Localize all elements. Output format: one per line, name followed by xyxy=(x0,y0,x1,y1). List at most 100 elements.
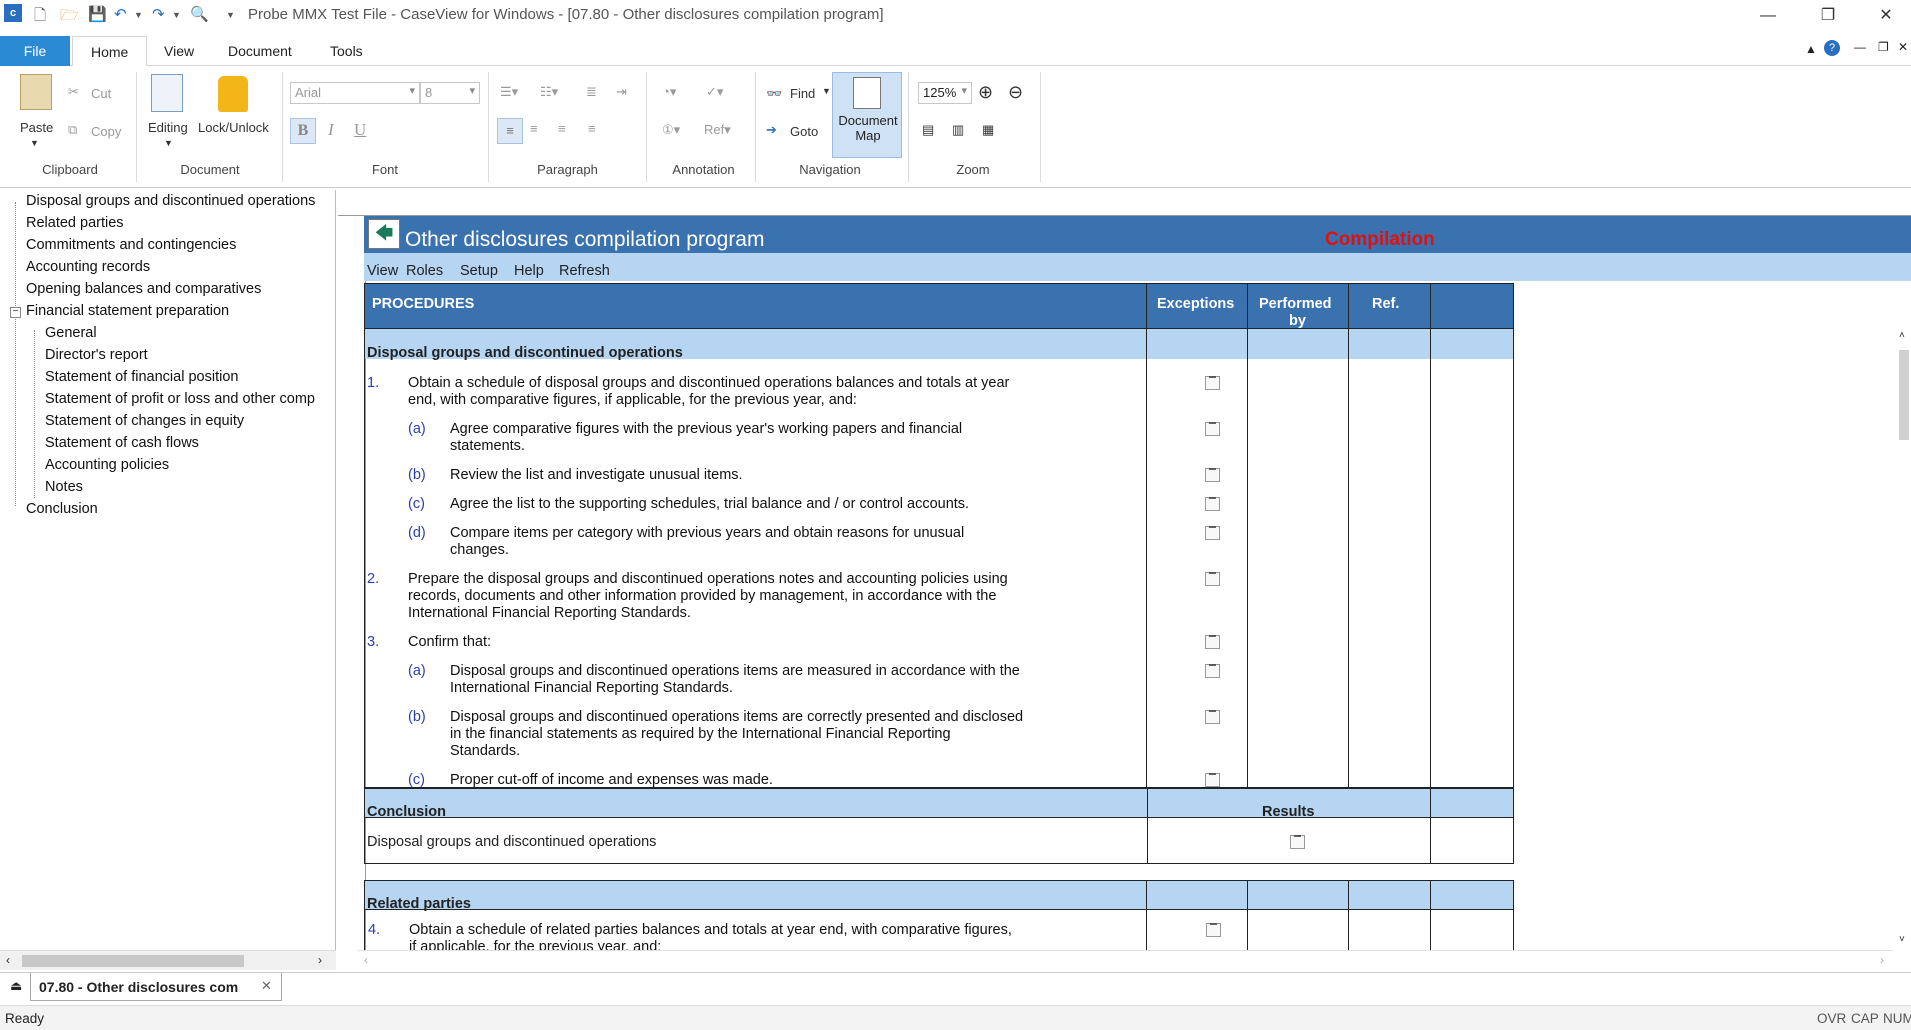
tree-item-commitments[interactable]: Commitments and contingencies xyxy=(26,237,236,253)
doc-scroll-left-icon[interactable]: ‹ xyxy=(364,953,368,967)
exception-dropdown[interactable]: ▔ xyxy=(1205,422,1220,436)
page-width-icon[interactable]: ▤ xyxy=(922,122,934,138)
numbered-list-icon[interactable]: ☷▾ xyxy=(540,84,558,100)
zoom-out-icon[interactable]: ⊖ xyxy=(1008,82,1023,103)
exception-dropdown[interactable]: ▔ xyxy=(1205,497,1220,511)
menu-roles[interactable]: Roles xyxy=(406,263,443,279)
goto-icon[interactable]: ➔ xyxy=(766,122,777,138)
exception-dropdown[interactable]: ▔ xyxy=(1205,572,1220,586)
font-size-combo[interactable]: 8 xyxy=(420,82,480,104)
tree-item-opening-balances[interactable]: Opening balances and comparatives xyxy=(26,281,261,297)
tree-item-profit-or-loss[interactable]: Statement of profit or loss and other co… xyxy=(45,391,315,407)
doc-close-icon[interactable]: ✕ xyxy=(1898,40,1908,54)
goto-button[interactable]: Goto xyxy=(790,124,818,139)
tree-horizontal-scrollbar[interactable]: ‹ › xyxy=(0,950,336,970)
exception-dropdown[interactable]: ▔ xyxy=(1206,923,1221,937)
find-dropdown-icon[interactable]: ▼ xyxy=(822,86,831,96)
tree-collapse-icon[interactable]: − xyxy=(10,307,21,318)
align-left-icon[interactable]: ≡ xyxy=(497,118,523,144)
undo-dropdown-icon[interactable]: ▼ xyxy=(134,10,143,20)
numbering-icon[interactable]: ①▾ xyxy=(662,122,680,138)
reference-icon[interactable]: Ref▾ xyxy=(704,122,731,138)
help-icon[interactable]: ? xyxy=(1824,40,1840,56)
bullet-list-icon[interactable]: ☰▾ xyxy=(500,84,518,100)
collapse-ribbon-icon[interactable]: ▲ xyxy=(1805,42,1817,56)
results-dropdown[interactable]: ▔ xyxy=(1290,835,1305,849)
tree-item-financial-position[interactable]: Statement of financial position xyxy=(45,369,238,385)
tree-item-directors-report[interactable]: Director's report xyxy=(45,347,148,363)
whole-page-icon[interactable]: ▥ xyxy=(952,122,964,138)
tab-tools[interactable]: Tools xyxy=(312,36,381,66)
exception-dropdown[interactable]: ▔ xyxy=(1205,773,1220,787)
tab-home[interactable]: Home xyxy=(72,36,148,67)
menu-view[interactable]: View xyxy=(367,263,398,279)
tree-item-cash-flows[interactable]: Statement of cash flows xyxy=(45,435,199,451)
document-tab-close-icon[interactable]: ✕ xyxy=(261,978,272,994)
vertical-scrollbar[interactable]: ˄ ˅ xyxy=(1897,330,1911,950)
tab-file[interactable]: File xyxy=(0,36,70,66)
outline-list-icon[interactable]: ≣ xyxy=(586,84,597,100)
new-file-icon[interactable]: 🗋 xyxy=(34,5,46,30)
exception-dropdown[interactable]: ▔ xyxy=(1205,664,1220,678)
tree-item-accounting-records[interactable]: Accounting records xyxy=(26,259,150,275)
tree-item-notes[interactable]: Notes xyxy=(45,479,83,495)
doc-minimize-icon[interactable]: — xyxy=(1854,40,1866,54)
document-map-button[interactable]: Document Map xyxy=(832,72,902,158)
editing-icon[interactable] xyxy=(151,74,183,112)
tree-item-related-parties[interactable]: Related parties xyxy=(26,215,124,231)
find-icon[interactable]: 👓 xyxy=(766,86,782,102)
scroll-up-icon[interactable]: ˄ xyxy=(1899,330,1905,341)
font-family-combo[interactable]: Arial xyxy=(290,82,420,104)
find-button[interactable]: Find xyxy=(790,86,815,101)
save-icon[interactable]: 💾 xyxy=(88,5,107,23)
menu-refresh[interactable]: Refresh xyxy=(559,263,610,279)
scroll-down-icon[interactable]: ˅ xyxy=(1899,934,1905,945)
tab-document[interactable]: Document xyxy=(210,36,310,66)
redo-dropdown-icon[interactable]: ▼ xyxy=(172,10,181,20)
editing-dropdown-icon[interactable]: ▼ xyxy=(164,138,173,148)
back-arrow-icon[interactable]: 🡄 xyxy=(368,219,400,249)
scroll-right-icon[interactable]: › xyxy=(318,953,322,967)
document-horizontal-scrollbar[interactable]: ‹ › xyxy=(358,950,1893,970)
indent-icon[interactable]: ⇥ xyxy=(616,84,627,100)
open-folder-icon[interactable]: 🗁 xyxy=(60,5,79,30)
editing-button[interactable]: Editing xyxy=(148,120,188,135)
doc-restore-icon[interactable]: ❐ xyxy=(1878,40,1889,54)
bold-button[interactable]: B xyxy=(290,118,316,144)
doc-scroll-right-icon[interactable]: › xyxy=(1880,953,1884,967)
justify-icon[interactable]: ≡ xyxy=(588,121,596,136)
redo-icon[interactable]: ↷ xyxy=(152,5,165,23)
menu-setup[interactable]: Setup xyxy=(460,263,498,279)
underline-button[interactable]: U xyxy=(354,120,366,140)
scroll-thumb[interactable] xyxy=(22,955,244,967)
print-preview-icon[interactable]: 🔍 xyxy=(190,5,209,23)
document-tab[interactable]: 07.80 - Other disclosures comp ✕ xyxy=(30,973,282,1001)
copy-button[interactable]: Copy xyxy=(91,124,121,139)
fit-icon[interactable]: ▦ xyxy=(982,122,994,138)
cut-button[interactable]: Cut xyxy=(91,86,111,101)
zoom-in-icon[interactable]: ⊕ xyxy=(978,82,993,103)
exception-dropdown[interactable]: ▔ xyxy=(1205,526,1220,540)
close-button[interactable]: ✕ xyxy=(1863,2,1909,30)
menu-help[interactable]: Help xyxy=(514,263,544,279)
align-center-icon[interactable]: ≡ xyxy=(530,121,538,136)
exception-dropdown[interactable]: ▔ xyxy=(1205,635,1220,649)
customize-quick-access-icon[interactable]: ▼ xyxy=(226,10,235,20)
tree-item-changes-in-equity[interactable]: Statement of changes in equity xyxy=(45,413,244,429)
minimize-button[interactable]: — xyxy=(1745,2,1791,30)
paste-icon[interactable] xyxy=(20,74,52,110)
tree-item-conclusion[interactable]: Conclusion xyxy=(26,501,98,517)
paste-dropdown-icon[interactable]: ▼ xyxy=(30,138,39,148)
undo-icon[interactable]: ↶ xyxy=(114,5,127,23)
lock-unlock-button[interactable]: Lock/Unlock xyxy=(198,120,269,135)
italic-button[interactable]: I xyxy=(328,120,334,140)
exception-dropdown[interactable]: ▔ xyxy=(1205,376,1220,390)
vscroll-thumb[interactable] xyxy=(1899,350,1909,440)
tree-item-general[interactable]: General xyxy=(45,325,97,341)
annotation-color-icon[interactable]: ◔▾ xyxy=(662,84,676,100)
lock-icon[interactable] xyxy=(218,76,248,112)
exception-dropdown[interactable]: ▔ xyxy=(1205,468,1220,482)
align-right-icon[interactable]: ≡ xyxy=(558,121,566,136)
tickmark-icon[interactable]: ✓▾ xyxy=(706,84,723,100)
tab-strip-menu-icon[interactable]: ⏏ xyxy=(10,978,22,994)
